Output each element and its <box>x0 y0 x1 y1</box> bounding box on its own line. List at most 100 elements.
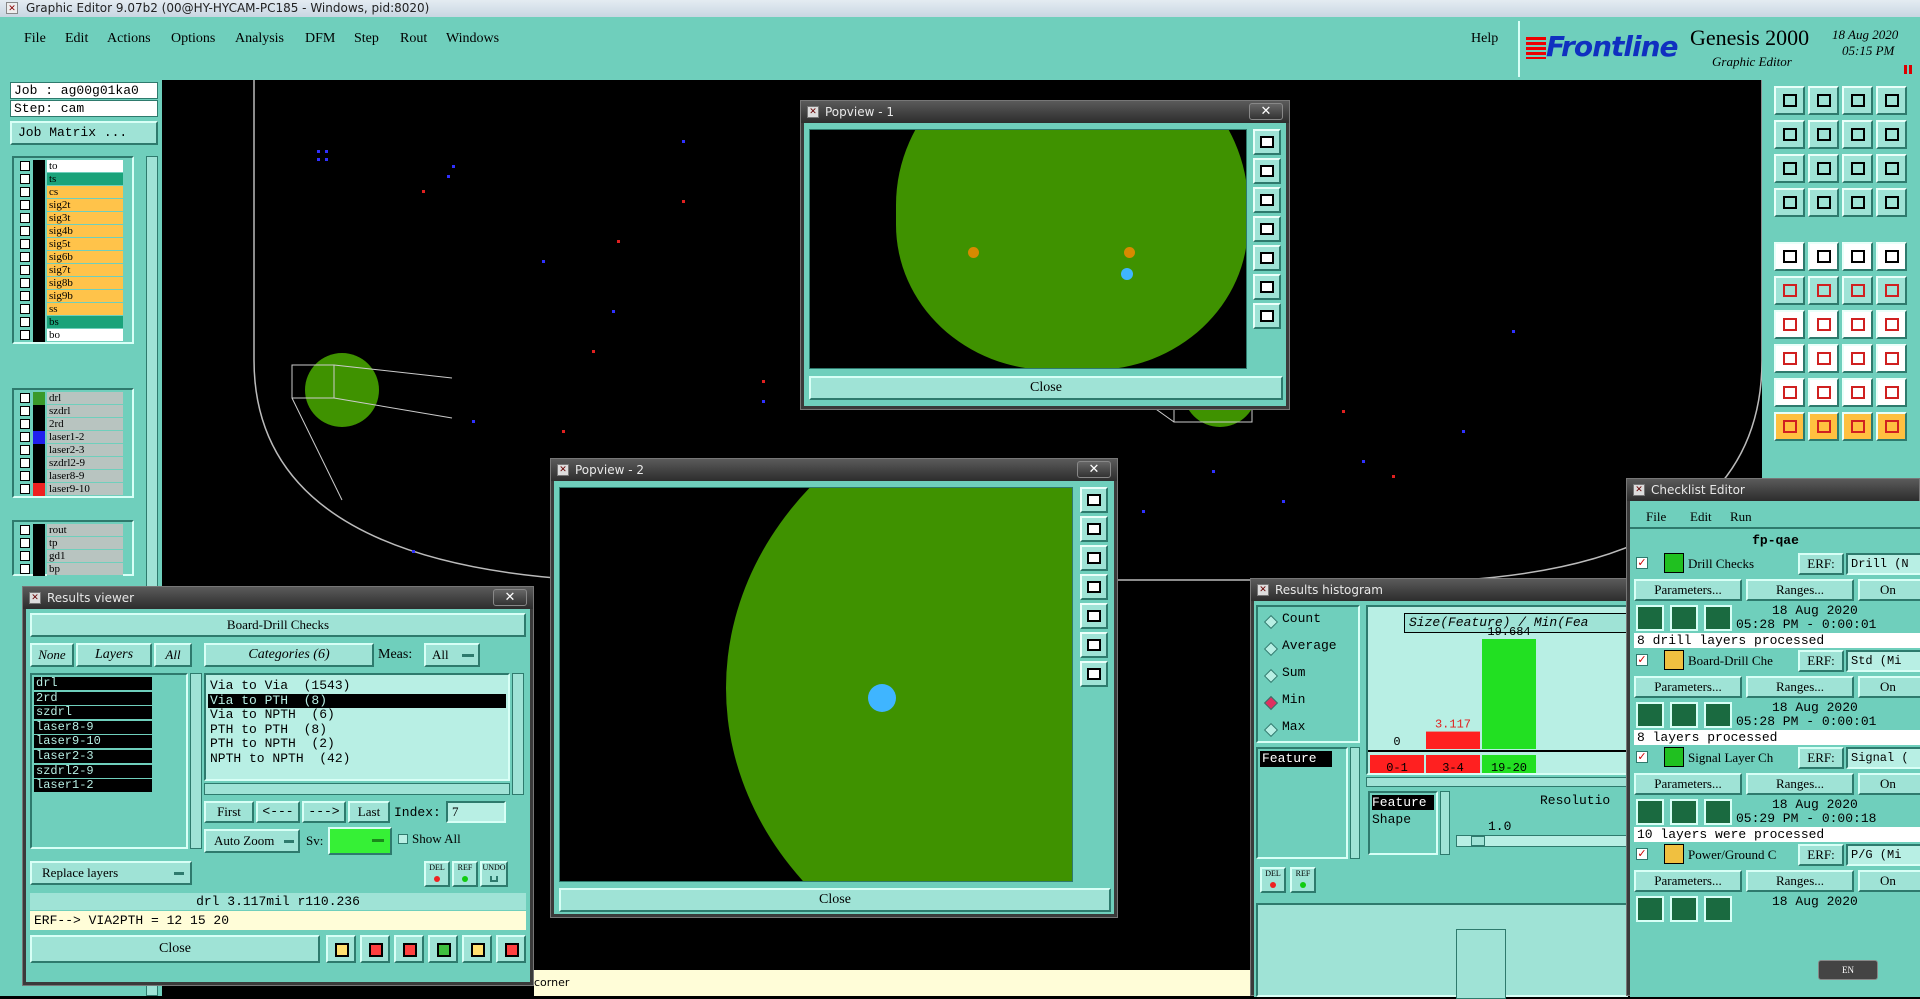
tool-7-3-icon[interactable] <box>1842 310 1873 339</box>
run-action-3-icon[interactable] <box>1704 605 1732 631</box>
shape-box-item[interactable]: Shape <box>1372 812 1411 827</box>
on-button[interactable]: On <box>1858 676 1920 698</box>
layer-color-swatch[interactable] <box>33 392 45 405</box>
tool-1-3-icon[interactable] <box>1842 86 1873 115</box>
layer-checkbox[interactable] <box>20 239 30 249</box>
radio-average[interactable] <box>1263 641 1279 657</box>
check-enable-checkbox[interactable]: ✓ <box>1636 654 1648 666</box>
layer-color-swatch[interactable] <box>33 316 45 329</box>
feature-item[interactable]: Feature <box>1260 751 1332 767</box>
center-icon[interactable] <box>1080 661 1108 687</box>
layer-row-sig3t[interactable]: sig3t <box>16 212 136 225</box>
layer-row-szdrl2-9[interactable]: szdrl2-9 <box>16 457 136 470</box>
rv-layer-item[interactable]: drl <box>34 677 152 690</box>
layer-color-swatch[interactable] <box>33 264 45 277</box>
hist-bar[interactable] <box>1482 639 1536 749</box>
run-action-2-icon[interactable] <box>1670 896 1698 922</box>
check-name[interactable]: Signal Layer Ch <box>1688 750 1798 766</box>
layer-row-sig5t[interactable]: sig5t <box>16 238 136 251</box>
rv-tool-6-icon[interactable] <box>496 935 526 963</box>
layer-color-swatch[interactable] <box>33 160 45 173</box>
rv-tool-3-icon[interactable] <box>394 935 424 963</box>
hist-bar[interactable] <box>1426 731 1480 749</box>
center-icon[interactable] <box>1253 303 1281 329</box>
check-enable-checkbox[interactable]: ✓ <box>1636 557 1648 569</box>
undo-button[interactable]: UNDO <box>480 861 508 887</box>
menu-file[interactable]: File <box>24 31 46 47</box>
layer-checkbox[interactable] <box>20 330 30 340</box>
layer-color-swatch[interactable] <box>33 329 45 342</box>
tool-5-4-icon[interactable] <box>1876 242 1907 271</box>
tool-4-4-icon[interactable] <box>1876 188 1907 217</box>
zoom-next-icon[interactable] <box>1080 603 1108 629</box>
layer-checkbox[interactable] <box>20 484 30 494</box>
popview-1-close-icon[interactable]: ✕ <box>1249 103 1283 120</box>
layers-button[interactable]: Layers <box>76 643 152 667</box>
language-indicator[interactable]: EN <box>1818 960 1878 980</box>
show-all-checkbox[interactable] <box>398 834 408 844</box>
zoom-out-icon[interactable] <box>1253 187 1281 213</box>
check-name[interactable]: Drill Checks <box>1688 556 1798 572</box>
layer-row-bs[interactable]: bs <box>16 316 136 329</box>
layer-checkbox[interactable] <box>20 406 30 416</box>
checklist-menu-run[interactable]: Run <box>1730 509 1752 525</box>
next-button[interactable]: ---> <box>302 801 346 823</box>
rv-category-item[interactable]: PTH to NPTH (2) <box>208 737 506 751</box>
layer-color-swatch[interactable] <box>33 186 45 199</box>
tool-7-1-icon[interactable] <box>1774 310 1805 339</box>
menu-options[interactable]: Options <box>171 31 215 47</box>
tool-1-1-icon[interactable] <box>1774 86 1805 115</box>
layer-row-to[interactable]: to <box>16 160 136 173</box>
tool-5-1-icon[interactable] <box>1774 242 1805 271</box>
layer-row-sig7t[interactable]: sig7t <box>16 264 136 277</box>
layer-checkbox[interactable] <box>20 419 30 429</box>
prev-button[interactable]: <--- <box>256 801 300 823</box>
layer-color-swatch[interactable] <box>33 550 45 563</box>
tool-9-2-icon[interactable] <box>1808 378 1839 407</box>
menu-rout[interactable]: Rout <box>400 31 427 47</box>
layer-color-swatch[interactable] <box>33 290 45 303</box>
popview-2-close-icon[interactable]: ✕ <box>1077 461 1111 478</box>
radio-min[interactable] <box>1263 695 1279 711</box>
run-action-3-icon[interactable] <box>1704 896 1732 922</box>
layer-color-swatch[interactable] <box>33 444 45 457</box>
rv-layer-item[interactable]: szdrl <box>34 706 152 720</box>
index-input[interactable]: 7 <box>446 801 506 823</box>
tool-2-1-icon[interactable] <box>1774 120 1805 149</box>
layer-checkbox[interactable] <box>20 226 30 236</box>
rv-category-item[interactable]: NPTH to NPTH (42) <box>208 752 506 766</box>
layer-color-swatch[interactable] <box>33 405 45 418</box>
rv-tool-1-icon[interactable] <box>326 935 356 963</box>
layer-row-laser9-10[interactable]: laser9-10 <box>16 483 136 496</box>
run-action-3-icon[interactable] <box>1704 799 1732 825</box>
tool-9-1-icon[interactable] <box>1774 378 1805 407</box>
rv-close-button[interactable]: Close <box>30 935 320 963</box>
ranges-button[interactable]: Ranges... <box>1746 870 1854 892</box>
menu-dfm[interactable]: DFM <box>305 31 335 47</box>
layer-checkbox[interactable] <box>20 538 30 548</box>
layer-checkbox[interactable] <box>20 200 30 210</box>
tool-10-3-icon[interactable] <box>1842 412 1873 441</box>
check-name[interactable]: Board-Drill Che <box>1688 653 1798 669</box>
run-action-1-icon[interactable] <box>1636 702 1664 728</box>
categories-button[interactable]: Categories (6) <box>204 643 374 667</box>
layer-checkbox[interactable] <box>20 252 30 262</box>
layer-color-swatch[interactable] <box>33 563 45 576</box>
layer-row-cs[interactable]: cs <box>16 186 136 199</box>
tool-6-2-icon[interactable] <box>1808 276 1839 305</box>
layer-color-swatch[interactable] <box>33 537 45 550</box>
tool-3-3-icon[interactable] <box>1842 154 1873 183</box>
layer-row-bo[interactable]: bo <box>16 329 136 342</box>
tool-9-3-icon[interactable] <box>1842 378 1873 407</box>
ranges-button[interactable]: Ranges... <box>1746 579 1854 601</box>
tool-10-2-icon[interactable] <box>1808 412 1839 441</box>
layer-color-swatch[interactable] <box>33 277 45 290</box>
tool-1-4-icon[interactable] <box>1876 86 1907 115</box>
layer-row-sig2t[interactable]: sig2t <box>16 199 136 212</box>
layer-row-laser2-3[interactable]: laser2-3 <box>16 444 136 457</box>
layer-checkbox[interactable] <box>20 187 30 197</box>
rv-tool-2-icon[interactable] <box>360 935 390 963</box>
layer-color-swatch[interactable] <box>33 418 45 431</box>
layer-color-swatch[interactable] <box>33 212 45 225</box>
fit-icon[interactable] <box>1253 274 1281 300</box>
